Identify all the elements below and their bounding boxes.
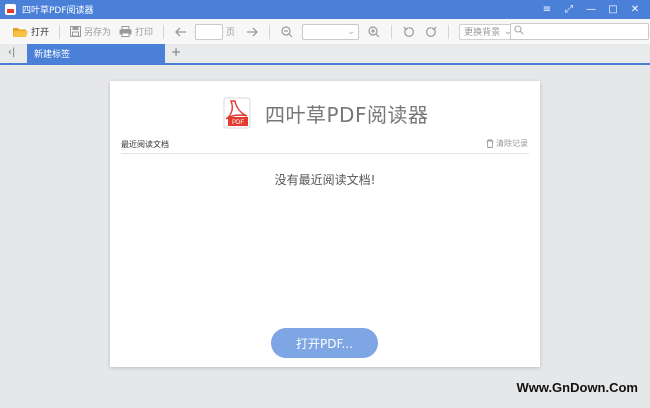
toolbar-divider bbox=[269, 24, 271, 39]
toolbar: 打开 另存为 打印 页 ⌄ 更换背景 ⌄ bbox=[0, 19, 650, 45]
open-pdf-button[interactable]: 打开PDF... bbox=[271, 328, 378, 358]
zoom-select[interactable]: ⌄ bbox=[302, 23, 360, 40]
recent-documents-title: 最近阅读文档 bbox=[121, 140, 169, 149]
window-title: 四叶草PDF阅读器 bbox=[22, 6, 94, 16]
minimize-icon[interactable]: — bbox=[580, 0, 602, 19]
pdf-logo-icon: PDF bbox=[223, 97, 253, 129]
printer-icon bbox=[119, 26, 132, 37]
title-bar: 四叶草PDF阅读器 ≡ ⤢ — □ ✕ bbox=[0, 0, 650, 19]
toolbar-divider bbox=[163, 24, 165, 39]
tab-label: 新建标签 bbox=[34, 50, 71, 60]
fullscreen-icon[interactable]: ⤢ bbox=[558, 0, 580, 19]
trash-icon bbox=[486, 139, 494, 148]
svg-text:PDF: PDF bbox=[232, 120, 244, 126]
zoom-out-icon[interactable] bbox=[276, 22, 298, 42]
search-icon bbox=[514, 25, 524, 38]
save-as-button[interactable]: 另存为 bbox=[66, 22, 115, 42]
print-label: 打印 bbox=[135, 28, 154, 38]
tab-new[interactable]: 新建标签 bbox=[27, 44, 165, 63]
print-button[interactable]: 打印 bbox=[115, 22, 157, 42]
background-select[interactable]: 更换背景 ⌄ bbox=[459, 23, 517, 40]
arrow-left-icon[interactable] bbox=[170, 22, 192, 42]
folder-icon bbox=[13, 26, 28, 38]
search-input[interactable] bbox=[510, 23, 649, 40]
app-icon bbox=[5, 4, 16, 15]
empty-recent-message: 没有最近阅读文档! bbox=[274, 173, 376, 187]
start-panel: PDF 四叶草PDF阅读器 最近阅读文档 清除记录 没有最近阅读文档! 打开PD… bbox=[110, 81, 540, 367]
watermark-text: Www.GnDown.Com bbox=[516, 380, 638, 395]
rotate-right-icon[interactable] bbox=[420, 22, 442, 42]
close-icon[interactable]: ✕ bbox=[624, 0, 646, 19]
tab-bar: ‹| 新建标签 + bbox=[0, 44, 650, 65]
maximize-icon[interactable]: □ bbox=[602, 0, 624, 19]
open-button[interactable]: 打开 bbox=[9, 22, 53, 42]
tab-scroll-left-icon[interactable]: ‹| bbox=[8, 47, 15, 58]
open-label: 打开 bbox=[31, 28, 50, 38]
clear-records-button[interactable]: 清除记录 bbox=[486, 138, 528, 149]
background-label: 更换背景 bbox=[464, 28, 501, 38]
add-tab-icon[interactable]: + bbox=[171, 45, 181, 59]
toolbar-divider bbox=[59, 24, 61, 39]
toolbar-divider bbox=[448, 24, 450, 39]
window-controls: ≡ ⤢ — □ ✕ bbox=[536, 0, 646, 19]
page-number-input[interactable] bbox=[195, 23, 224, 40]
arrow-right-icon[interactable] bbox=[241, 22, 263, 42]
app-name-heading: 四叶草PDF阅读器 bbox=[265, 103, 429, 127]
save-icon bbox=[70, 26, 82, 37]
toolbar-divider bbox=[391, 24, 393, 39]
zoom-in-icon[interactable] bbox=[363, 22, 385, 42]
menu-icon[interactable]: ≡ bbox=[536, 0, 558, 19]
clear-records-label: 清除记录 bbox=[496, 139, 528, 148]
chevron-down-icon: ⌄ bbox=[347, 26, 356, 37]
save-as-label: 另存为 bbox=[84, 28, 112, 38]
section-divider bbox=[121, 153, 529, 154]
page-unit-label: 页 bbox=[226, 28, 236, 38]
rotate-left-icon[interactable] bbox=[398, 22, 420, 42]
